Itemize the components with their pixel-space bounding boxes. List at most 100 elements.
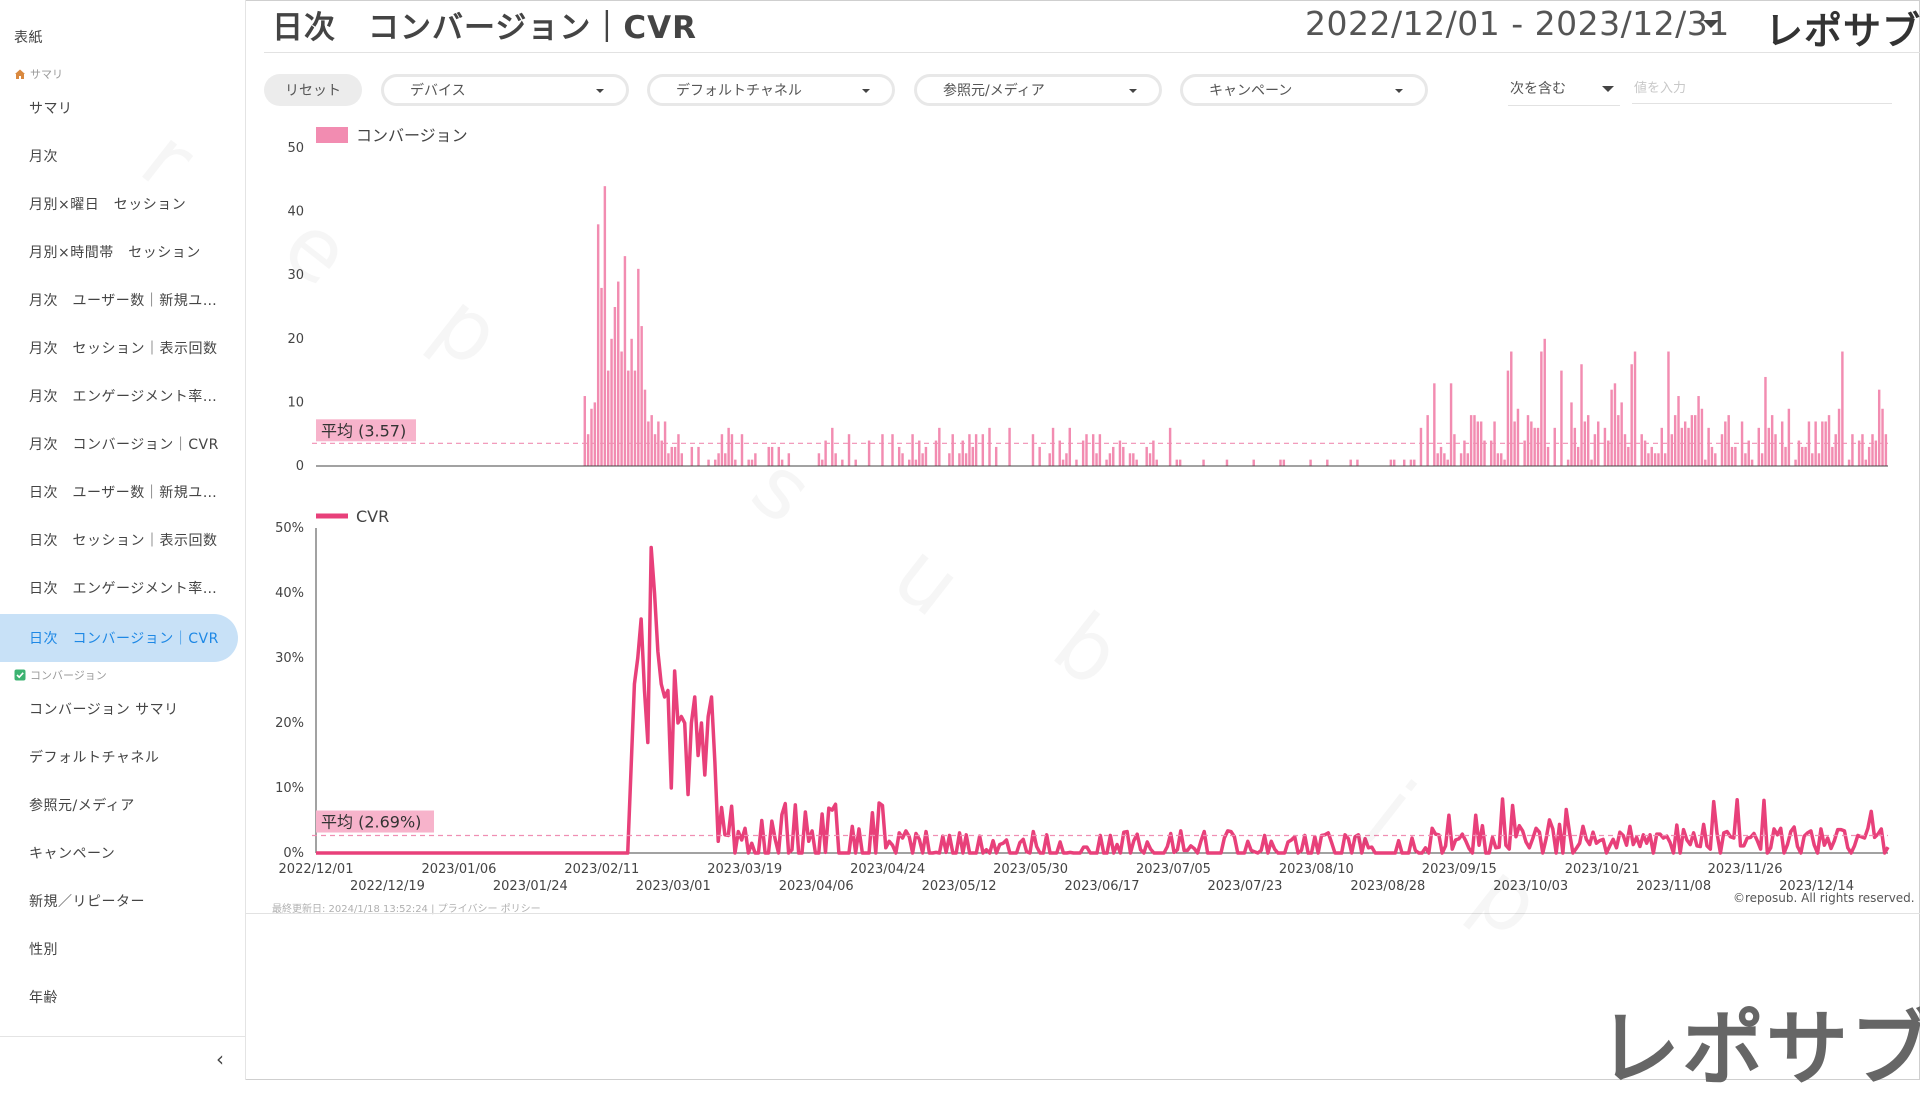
- bar: [1710, 446, 1714, 466]
- sidebar-item[interactable]: 月次 コンバージョン｜CVR: [0, 420, 238, 468]
- bar: [1309, 459, 1312, 466]
- bar: [660, 440, 663, 466]
- sidebar-item[interactable]: 新規／リピーター: [0, 877, 238, 925]
- bar: [847, 434, 851, 466]
- sidebar-item[interactable]: 日次 エンゲージメント率…: [0, 564, 238, 612]
- sidebar-item-label: 表紙: [14, 30, 43, 46]
- chevron-down-icon: [1129, 89, 1137, 93]
- legend-label: CVR: [356, 507, 389, 526]
- bar: [1670, 434, 1674, 466]
- section-header-summary: サマリ: [14, 66, 63, 82]
- bar: [1767, 427, 1771, 466]
- sidebar-item[interactable]: 性別: [0, 925, 238, 973]
- conversion-bar-chart: コンバージョン 0 10 20 30 40 50 平均 (3.57): [287, 126, 1888, 474]
- bar: [1770, 415, 1774, 466]
- sidebar-item[interactable]: キャンペーン: [0, 829, 238, 877]
- sidebar-item[interactable]: 日次 ユーザー数｜新規ユ…: [0, 468, 238, 516]
- sidebar-item[interactable]: サマリ: [0, 84, 238, 132]
- date-range-chevron-down-icon[interactable]: [1703, 20, 1719, 28]
- default-channel-filter[interactable]: デフォルトチャネル: [647, 74, 895, 106]
- bar: [1821, 421, 1824, 466]
- bar: [1065, 453, 1068, 466]
- sidebar-item[interactable]: 月別×時間帯 セッション: [0, 228, 238, 276]
- bar: [1091, 434, 1095, 466]
- bar: [777, 446, 781, 466]
- sidebar-item[interactable]: 年齢: [0, 973, 238, 1021]
- reset-button[interactable]: リセット: [264, 74, 362, 106]
- bar: [1690, 415, 1694, 466]
- y-tick-label: 40: [287, 205, 304, 220]
- bar: [891, 434, 894, 466]
- bar: [938, 427, 941, 466]
- bar: [1730, 446, 1734, 466]
- bar: [596, 224, 600, 466]
- bar: [1419, 427, 1423, 466]
- bar: [1202, 459, 1205, 466]
- bar: [593, 402, 597, 466]
- date-range-picker[interactable]: 2022/12/01 - 2023/12/31: [1305, 4, 1730, 43]
- sidebar-item[interactable]: 参照元/メディア: [0, 781, 238, 829]
- bar: [1466, 453, 1470, 466]
- bar: [1446, 459, 1449, 466]
- sidebar-item[interactable]: 日次 セッション｜表示回数: [0, 516, 238, 564]
- match-mode-select[interactable]: 次を含む: [1508, 78, 1620, 106]
- x-tick-label: 2023/05/12: [922, 879, 997, 894]
- bar: [1817, 453, 1821, 466]
- bar: [1576, 446, 1580, 466]
- bar: [994, 446, 998, 466]
- bar: [1744, 453, 1747, 466]
- bar: [1038, 446, 1041, 466]
- bar: [653, 434, 657, 466]
- bar: [1590, 459, 1593, 466]
- bar: [583, 396, 587, 466]
- header-divider: [264, 52, 1920, 53]
- source-medium-filter[interactable]: 参照元/メディア: [914, 74, 1162, 106]
- bar: [1864, 459, 1868, 466]
- sidebar-item[interactable]: 月次 ユーザー数｜新規ユ…: [0, 276, 238, 324]
- device-filter[interactable]: デバイス: [381, 74, 629, 106]
- filter-value-input[interactable]: [1632, 78, 1892, 104]
- bar: [1663, 453, 1667, 466]
- sidebar-item[interactable]: デフォルトチャネル: [0, 733, 238, 781]
- bar: [1128, 453, 1132, 466]
- bar: [1694, 415, 1697, 466]
- sidebar-item[interactable]: 月次 エンゲージメント率…: [0, 372, 238, 420]
- collapse-sidebar-icon[interactable]: ‹: [216, 1047, 224, 1071]
- sidebar-item[interactable]: 日次 コンバージョン｜CVR: [0, 614, 238, 662]
- sidebar-item[interactable]: 月次 セッション｜表示回数: [0, 324, 238, 372]
- sidebar-item[interactable]: 月次: [0, 132, 238, 180]
- bar: [677, 434, 680, 466]
- bar: [1677, 396, 1680, 466]
- bar: [734, 459, 737, 466]
- sidebar-item-label: サマリ: [29, 101, 73, 117]
- bar: [854, 459, 857, 466]
- sidebar-item[interactable]: 月別×曜日 セッション: [0, 180, 238, 228]
- bar: [1687, 427, 1690, 466]
- x-tick-label: 2023/01/06: [421, 862, 496, 877]
- bar: [633, 370, 637, 466]
- bar: [1048, 453, 1051, 466]
- sidebar-item-cover[interactable]: 表紙: [0, 13, 238, 61]
- x-tick-label: 2023/11/08: [1636, 879, 1711, 894]
- campaign-filter[interactable]: キャンペーン: [1180, 74, 1428, 106]
- bar: [1095, 453, 1098, 466]
- x-tick-label: 2023/02/11: [564, 862, 639, 877]
- y-tick-label: 50: [287, 141, 304, 156]
- bar: [1566, 459, 1570, 466]
- bar: [981, 434, 985, 466]
- x-tick-label: 2023/08/28: [1350, 879, 1425, 894]
- bar: [1851, 434, 1854, 466]
- bar: [948, 453, 951, 466]
- bar: [640, 326, 643, 466]
- bar: [1714, 453, 1717, 466]
- sidebar-item[interactable]: コンバージョン サマリ: [0, 685, 238, 733]
- bar: [1740, 421, 1744, 466]
- y-tick-label: 40%: [275, 586, 304, 601]
- bar: [1148, 453, 1152, 466]
- x-tick-label: 2023/01/24: [493, 879, 568, 894]
- bar: [1623, 434, 1627, 466]
- bar: [1496, 453, 1500, 466]
- sidebar-item-label: 月次 コンバージョン｜CVR: [29, 437, 219, 453]
- sidebar-item-label: 新規／リピーター: [29, 894, 145, 910]
- bar: [1413, 459, 1416, 466]
